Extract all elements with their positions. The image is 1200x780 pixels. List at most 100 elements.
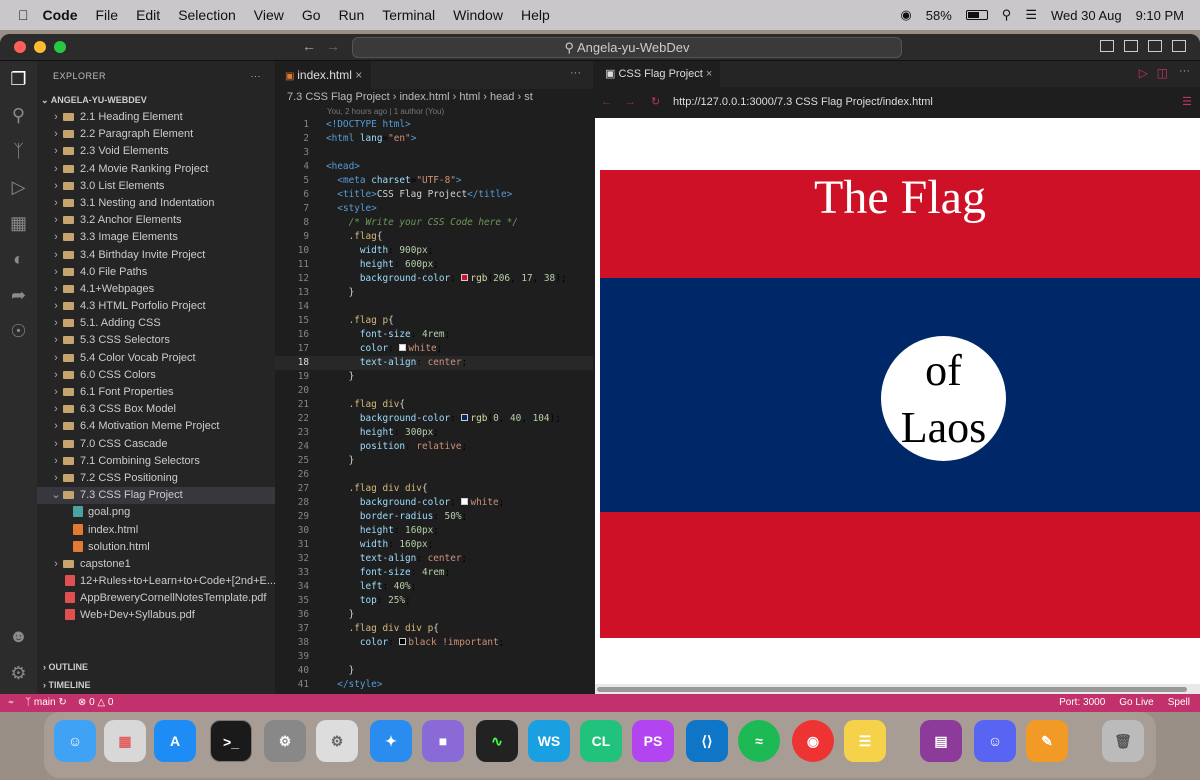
extensions-icon[interactable]: ▦ <box>0 205 37 241</box>
trash-icon[interactable]: 🗑 <box>1102 720 1144 762</box>
pdf-file-item[interactable]: 12+Rules+to+Learn+to+Code+[2nd+E... <box>37 573 275 590</box>
code-line[interactable]: 40 } <box>275 664 593 678</box>
port-status[interactable]: Port: 3000 <box>1059 694 1105 712</box>
code-line[interactable]: 7 <style> <box>275 202 593 216</box>
discord-icon[interactable]: ☺ <box>974 720 1016 762</box>
search-icon[interactable]: ⚲ <box>0 97 37 133</box>
activity-monitor-icon[interactable]: ∿ <box>476 720 518 762</box>
command-center-search[interactable]: ⚲ Angela-yu-WebDev <box>352 37 902 58</box>
pdf-file-item[interactable]: Web+Dev+Syllabus.pdf <box>37 607 275 624</box>
settings-gear-icon[interactable]: ⚙ <box>316 720 358 762</box>
chrome-icon[interactable]: ◉ <box>792 720 834 762</box>
code-line[interactable]: 17 color: white; <box>275 342 593 356</box>
winrar-icon[interactable]: ▤ <box>920 720 962 762</box>
folder-item[interactable]: › capstone1 <box>37 556 275 573</box>
folder-item[interactable]: › 2.4 Movie Ranking Project <box>37 161 275 178</box>
code-line[interactable]: 4 <head> <box>275 160 593 174</box>
folder-item[interactable]: › 6.4 Motivation Meme Project <box>37 418 275 435</box>
code-line[interactable]: 9 .flag{ <box>275 230 593 244</box>
clion-icon[interactable]: CL <box>580 720 622 762</box>
go-live-button[interactable]: Go Live <box>1119 694 1153 712</box>
folder-item[interactable]: › 3.1 Nesting and Indentation <box>37 195 275 212</box>
folder-item[interactable]: › 5.1. Adding CSS <box>37 315 275 332</box>
code-line[interactable]: 1 <!DOCTYPE html> <box>275 118 593 132</box>
menubar-time[interactable]: 9:10 PM <box>1136 8 1184 23</box>
tab-index-html[interactable]: ▣ index.html × <box>275 61 371 89</box>
phpstorm-icon[interactable]: PS <box>632 720 674 762</box>
menu-view[interactable]: View <box>254 7 284 23</box>
folder-item[interactable]: › 3.4 Birthday Invite Project <box>37 247 275 264</box>
timeline-section[interactable]: › TIMELINE <box>37 676 275 694</box>
forward-arrow-icon[interactable]: → <box>625 87 636 118</box>
battery-percent[interactable]: 58% <box>926 8 952 23</box>
folder-item[interactable]: › 5.4 Color Vocab Project <box>37 350 275 367</box>
code-line[interactable]: 3 <box>275 146 593 160</box>
folder-item[interactable]: › 5.3 CSS Selectors <box>37 332 275 349</box>
menu-run[interactable]: Run <box>339 7 365 23</box>
code-line[interactable]: 29 border-radius: 50%; <box>275 510 593 524</box>
folder-item[interactable]: › 4.0 File Paths <box>37 264 275 281</box>
reload-icon[interactable]: ↻ <box>651 87 660 118</box>
tab-css-flag-project[interactable]: ▣ CSS Flag Project × <box>595 61 720 87</box>
code-line[interactable]: 10 width: 900px; <box>275 244 593 258</box>
wifi-icon[interactable]: ◉ <box>900 7 911 23</box>
run-debug-icon[interactable]: ▷ <box>0 169 37 205</box>
pdf-file-item[interactable]: AppBreweryCornellNotesTemplate.pdf <box>37 590 275 607</box>
close-tab-icon[interactable]: × <box>706 68 712 80</box>
battery-icon[interactable] <box>965 10 988 20</box>
warning-count[interactable]: 0 <box>108 697 114 708</box>
folder-item[interactable]: › 6.1 Font Properties <box>37 384 275 401</box>
code-lines[interactable]: 1 <!DOCTYPE html> 2 <html lang="en"> 3 4 <head… <box>275 118 593 692</box>
close-tab-icon[interactable]: × <box>355 68 362 82</box>
code-line[interactable]: 2 <html lang="en"> <box>275 132 593 146</box>
code-line[interactable]: 24 position: relative; <box>275 440 593 454</box>
safari-icon[interactable]: ✦ <box>370 720 412 762</box>
folder-item[interactable]: › 3.2 Anchor Elements <box>37 212 275 229</box>
remote-icon[interactable]: ⇋ <box>8 697 14 708</box>
folder-item[interactable]: › 3.0 List Elements <box>37 178 275 195</box>
close-window-button[interactable] <box>14 41 26 53</box>
more-actions-icon[interactable]: ··· <box>1179 65 1190 77</box>
code-line[interactable]: 39 <box>275 650 593 664</box>
more-actions-icon[interactable]: ··· <box>251 61 262 91</box>
folder-item[interactable]: › 6.3 CSS Box Model <box>37 401 275 418</box>
scrollbar-thumb[interactable] <box>597 687 1187 692</box>
code-line[interactable]: 6 <title>CSS Flag Project</title> <box>275 188 593 202</box>
toggle-panel-icon[interactable] <box>1124 40 1138 52</box>
workspace-root[interactable]: ⌄ ANGELA-YU-WEBDEV <box>37 91 275 109</box>
screen-app-icon[interactable]: ■ <box>422 720 464 762</box>
forward-arrow-icon[interactable]: → <box>326 38 340 54</box>
toggle-secondary-sidebar-icon[interactable] <box>1148 40 1162 52</box>
menu-icon[interactable]: ☰ <box>1182 87 1192 118</box>
menu-file[interactable]: File <box>96 7 119 23</box>
code-line[interactable]: 12 background-color: rgb(206, 17, 38); <box>275 272 593 286</box>
apple-icon[interactable]:  <box>18 7 29 23</box>
app-store-icon[interactable]: A <box>154 720 196 762</box>
spell-check-status[interactable]: Spell <box>1168 694 1190 712</box>
preview-url[interactable]: http://127.0.0.1:3000/7.3 CSS Flag Proje… <box>673 87 933 118</box>
code-line[interactable]: 33 font-size: 4rem; <box>275 566 593 580</box>
control-center-icon[interactable]: ☰ <box>1025 7 1037 23</box>
code-line[interactable]: 35 top: 25%; <box>275 594 593 608</box>
error-count[interactable]: 0 <box>89 697 95 708</box>
code-line[interactable]: 14 <box>275 300 593 314</box>
code-line[interactable]: 11 height: 600px; <box>275 258 593 272</box>
more-actions-icon[interactable]: ··· <box>570 67 581 79</box>
code-line[interactable]: 8 /* Write your CSS Code here */ <box>275 216 593 230</box>
folder-item[interactable]: › 4.3 HTML Porfolio Project <box>37 298 275 315</box>
menu-window[interactable]: Window <box>453 7 503 23</box>
vscode-icon[interactable]: ⟨⟩ <box>686 720 728 762</box>
folder-item[interactable]: › 7.0 CSS Cascade <box>37 436 275 453</box>
sync-icon[interactable]: ↻ <box>58 697 66 708</box>
remote-explorer-icon[interactable]: ◐ <box>0 241 37 277</box>
split-editor-icon[interactable]: ◫ <box>1157 66 1168 80</box>
folder-item[interactable]: › 3.3 Image Elements <box>37 229 275 246</box>
finder-icon[interactable]: ☺ <box>54 720 96 762</box>
folder-item[interactable]: › 2.1 Heading Element <box>37 109 275 126</box>
git-branch[interactable]: main <box>34 697 56 708</box>
code-line[interactable]: 18 text-align: center; <box>275 356 593 370</box>
menubar-date[interactable]: Wed 30 Aug <box>1051 8 1122 23</box>
code-line[interactable]: 15 .flag p{ <box>275 314 593 328</box>
webstorm-icon[interactable]: WS <box>528 720 570 762</box>
folder-item[interactable]: › 6.0 CSS Colors <box>37 367 275 384</box>
